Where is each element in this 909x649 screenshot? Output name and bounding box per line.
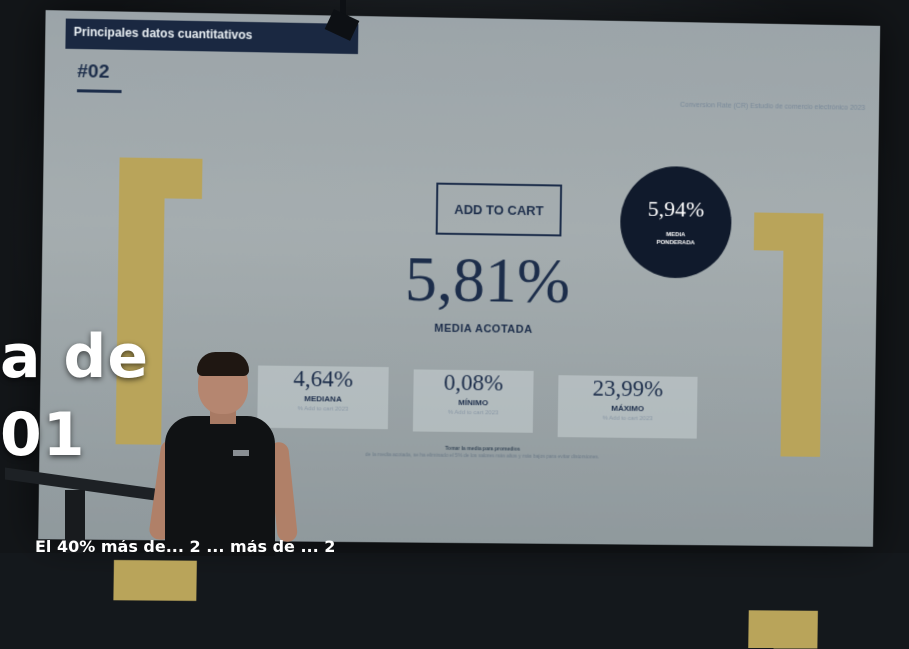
right-bracket-decoration	[751, 212, 824, 456]
weighted-average-value: 5,94%	[620, 195, 731, 223]
overlay-headline-line2: 01	[0, 400, 86, 470]
ceiling-projector	[320, 0, 365, 45]
overlay-headline-line1: a de	[0, 322, 149, 392]
main-value-label: MEDIA ACOTADA	[434, 323, 532, 336]
main-value: 5,81%	[404, 242, 570, 318]
slide-footnote: Tomar la media para promedios de la medi…	[272, 444, 692, 463]
slide-number: #02	[77, 61, 109, 84]
weighted-average-label: MEDIA PONDERADA	[620, 230, 731, 248]
stat-minimum: 0,08% MÍNIMO % Add to cart 2023	[413, 369, 534, 432]
projector-body	[325, 9, 360, 41]
slide-number-underline	[77, 89, 122, 93]
weighted-average-badge: 5,94% MEDIA PONDERADA	[620, 166, 733, 279]
speaker-person	[155, 350, 295, 553]
slide-header: Principales datos cuantitativos	[74, 25, 253, 42]
slide-source: Conversion Rate (CR) Estudio de comercio…	[680, 102, 865, 112]
overlay-bottom-caption: El 40% más de... 2 ... más de ... 2	[0, 540, 909, 553]
stat-maximum: 23,99% MÁXIMO % Add to cart 2023	[558, 375, 698, 438]
add-to-cart-box: ADD TO CART	[436, 183, 562, 237]
shirt-logo	[233, 450, 249, 456]
